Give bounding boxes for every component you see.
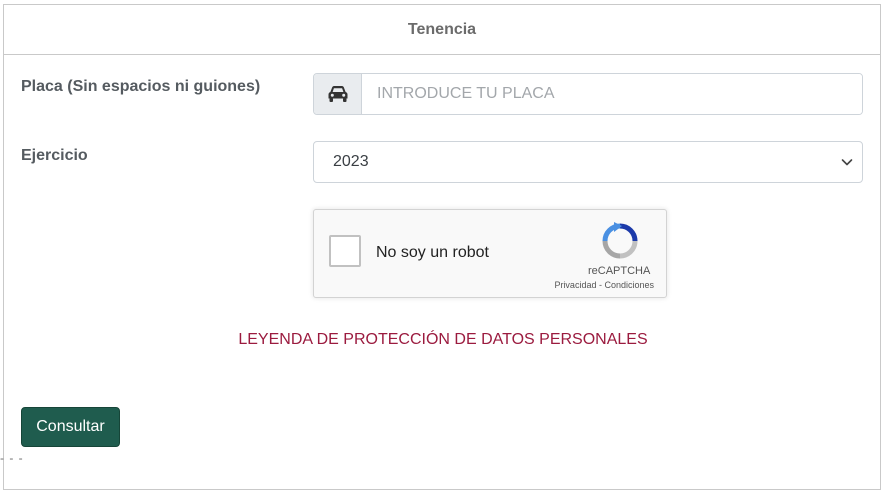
recaptcha-brand: reCAPTCHA xyxy=(588,265,651,277)
ejercicio-select[interactable]: 2023 xyxy=(313,141,863,183)
recaptcha-checkbox[interactable] xyxy=(329,235,361,267)
footer-dashes: - - - xyxy=(0,451,24,465)
placa-input-group xyxy=(313,73,863,115)
placa-input[interactable] xyxy=(362,74,862,114)
data-protection-legend-link[interactable]: LEYENDA DE PROTECCIÓN DE DATOS PERSONALE… xyxy=(4,331,882,349)
placa-label: Placa (Sin espacios ni guiones) xyxy=(21,78,261,95)
card-title: Tenencia xyxy=(4,5,880,55)
ejercicio-label: Ejercicio xyxy=(21,147,88,164)
car-icon xyxy=(314,74,362,114)
tenencia-card: Tenencia Placa (Sin espacios ni guiones)… xyxy=(3,4,881,490)
recaptcha-widget: No soy un robot reCAPTCHA Privacidad - C… xyxy=(313,209,667,298)
chevron-down-icon xyxy=(841,159,853,166)
recaptcha-links: Privacidad - Condiciones xyxy=(554,280,654,290)
recaptcha-privacy-link[interactable]: Privacidad xyxy=(554,280,596,290)
consultar-button[interactable]: Consultar xyxy=(21,407,120,447)
recaptcha-terms-link[interactable]: Condiciones xyxy=(604,280,654,290)
recaptcha-label: No soy un robot xyxy=(376,244,489,261)
recaptcha-logo-icon xyxy=(602,222,638,259)
ejercicio-selected-value: 2023 xyxy=(333,153,369,170)
